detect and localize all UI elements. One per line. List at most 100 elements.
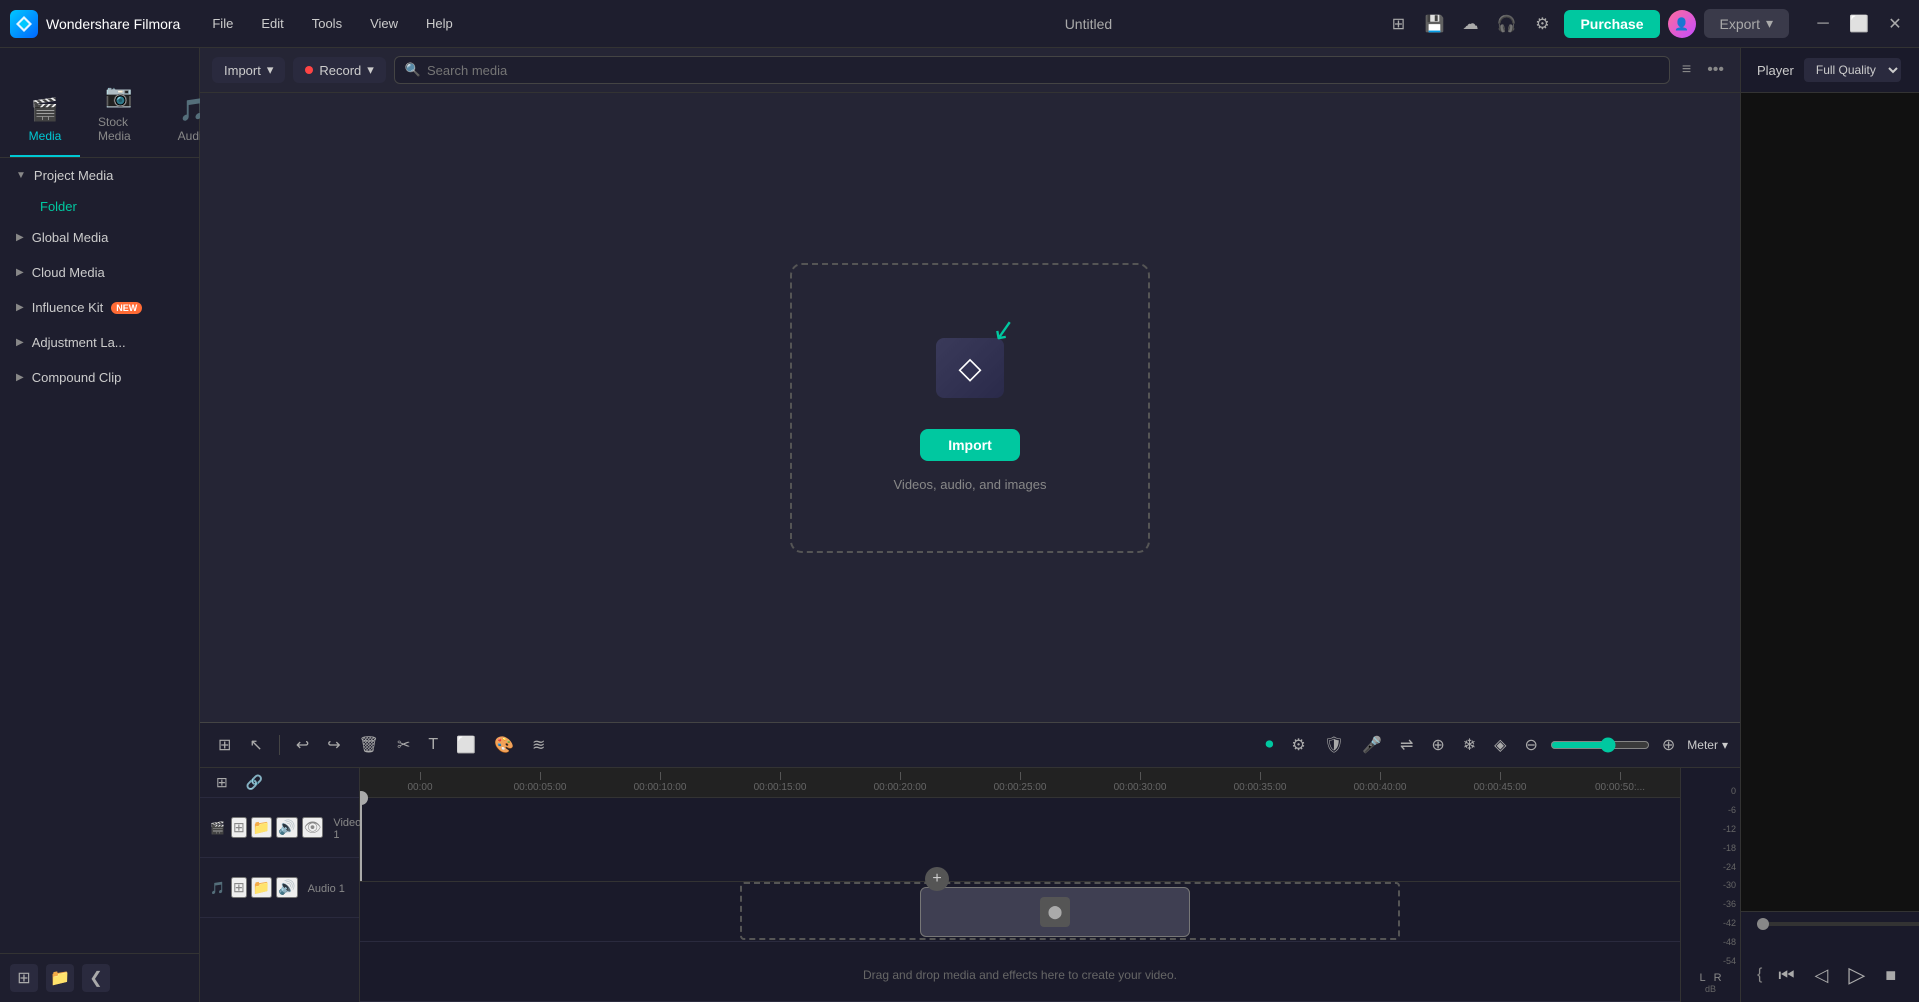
tab-stock-media[interactable]: 📷 Stock Media: [84, 75, 154, 157]
drop-zone: ◇ ↙ Import Videos, audio, and images: [200, 93, 1740, 722]
quality-select[interactable]: Full Quality: [1804, 58, 1901, 82]
new-folder-button[interactable]: 📁: [46, 964, 74, 992]
stop-button[interactable]: ■: [1881, 961, 1900, 990]
avatar[interactable]: 👤: [1668, 10, 1696, 38]
ruler-tick-8: 00:00:40:00: [1320, 772, 1440, 793]
redo-button[interactable]: ↪: [321, 731, 346, 759]
zoom-in-button[interactable]: ⊕: [1656, 731, 1681, 759]
expand-arrow-icon: ▼: [16, 170, 26, 181]
playhead-handle[interactable]: [360, 791, 368, 805]
audio1-folder-button[interactable]: 📁: [251, 877, 272, 898]
collapse-arrow-icon5: ▶: [16, 372, 24, 383]
close-button[interactable]: ✕: [1881, 10, 1909, 38]
new-badge: NEW: [111, 302, 142, 314]
skip-back-button[interactable]: ⏮: [1774, 961, 1798, 990]
ruler-tick-4: 00:00:20:00: [840, 772, 960, 793]
sidebar-item-folder[interactable]: Folder: [0, 193, 199, 220]
freeze-button[interactable]: ❄: [1457, 731, 1482, 759]
menu-help[interactable]: Help: [414, 12, 465, 35]
layout-icon[interactable]: ⊞: [1384, 10, 1412, 38]
play-button[interactable]: ▷: [1844, 958, 1869, 992]
sidebar-item-influence-kit[interactable]: ▶ Influence Kit NEW: [0, 290, 199, 325]
play-back-button[interactable]: ◁: [1811, 961, 1833, 990]
add-clip-button[interactable]: +: [925, 867, 949, 891]
more-options-icon[interactable]: •••: [1703, 57, 1728, 83]
undo-button[interactable]: ↩: [290, 731, 315, 759]
menu-file[interactable]: File: [200, 12, 245, 35]
playhead-button[interactable]: ⏺: [1259, 732, 1279, 758]
delete-button[interactable]: 🗑: [353, 731, 385, 759]
microphone-button[interactable]: 🎤: [1356, 731, 1388, 759]
collapse-arrow-icon: ▶: [16, 232, 24, 243]
tab-media[interactable]: 🎬 Media: [10, 89, 80, 157]
maximize-button[interactable]: ⬜: [1845, 10, 1873, 38]
left-sidebar: 🎬 Media 📷 Stock Media 🎵 Audio T Titles ⇄…: [0, 48, 200, 1002]
stock-media-tab-icon: 📷: [105, 83, 132, 109]
crop-button[interactable]: ⬜: [450, 731, 482, 759]
snap-button[interactable]: ⊕: [1425, 731, 1450, 759]
mark-in-button[interactable]: {: [1757, 966, 1762, 984]
chevron-down-icon4: ▾: [1722, 738, 1728, 752]
keyframe-button[interactable]: ◈: [1488, 731, 1512, 759]
progress-bar-container[interactable]: [1757, 922, 1919, 926]
new-sequence-button[interactable]: ⊞: [10, 964, 38, 992]
video1-track-row: ⬤ +: [360, 882, 1680, 942]
sidebar-item-compound-clip[interactable]: ▶ Compound Clip: [0, 360, 199, 395]
export-button[interactable]: Export ▾: [1704, 9, 1790, 38]
media-sync-button[interactable]: ⇌: [1394, 731, 1419, 759]
sidebar-item-adjustment-layer[interactable]: ▶ Adjustment La...: [0, 325, 199, 360]
video1-folder-button[interactable]: 📁: [251, 817, 272, 838]
progress-handle[interactable]: [1757, 918, 1769, 930]
audio1-volume-button[interactable]: 🔊: [276, 877, 297, 898]
audio1-add-button[interactable]: ⊞: [231, 877, 247, 898]
main-content: 🎬 Media 📷 Stock Media 🎵 Audio T Titles ⇄…: [0, 48, 1919, 1002]
settings-icon[interactable]: ⚙: [1528, 10, 1556, 38]
save-icon[interactable]: 💾: [1420, 10, 1448, 38]
text-button[interactable]: T: [422, 732, 444, 758]
media-tab-icon: 🎬: [31, 97, 58, 123]
record-dot-icon: [305, 66, 313, 74]
filter-icon[interactable]: ≡: [1678, 57, 1695, 83]
sidebar-label-project-media: Project Media: [34, 168, 113, 183]
import-green-button[interactable]: Import: [920, 429, 1020, 461]
equalizer-button[interactable]: ≋: [526, 731, 551, 759]
video1-eye-button[interactable]: 👁: [302, 817, 324, 838]
drop-subtitle: Videos, audio, and images: [894, 477, 1047, 492]
chevron-down-icon3: ▾: [367, 62, 374, 78]
effects-panel-button[interactable]: ⚙: [1285, 731, 1311, 759]
zoom-slider[interactable]: [1550, 737, 1650, 753]
link-sequence-button[interactable]: 🔗: [240, 770, 269, 795]
record-button[interactable]: Record ▾: [293, 57, 385, 83]
audio-track-icon: 🎵: [210, 881, 225, 895]
shield-button[interactable]: 🛡: [1318, 731, 1350, 759]
color-button[interactable]: 🎨: [488, 731, 520, 759]
add-sequence-button[interactable]: ⊞: [210, 770, 234, 795]
sidebar-item-global-media[interactable]: ▶ Global Media: [0, 220, 199, 255]
cloud-upload-icon[interactable]: ☁: [1456, 10, 1484, 38]
sidebar-item-project-media[interactable]: ▼ Project Media: [0, 158, 199, 193]
sidebar-item-cloud-media[interactable]: ▶ Cloud Media: [0, 255, 199, 290]
zoom-out-button[interactable]: ⊖: [1518, 731, 1543, 759]
cut-button[interactable]: ✂: [391, 731, 416, 759]
headphones-icon[interactable]: 🎧: [1492, 10, 1520, 38]
track-options-button[interactable]: ⊞: [212, 731, 237, 759]
menu-view[interactable]: View: [358, 12, 410, 35]
ruler-tick-0: 00:00: [360, 772, 480, 793]
video1-volume-button[interactable]: 🔊: [276, 817, 297, 838]
purchase-button[interactable]: Purchase: [1564, 10, 1659, 38]
collapse-arrow-icon3: ▶: [16, 302, 24, 313]
menu-edit[interactable]: Edit: [249, 12, 295, 35]
minimize-button[interactable]: ─: [1809, 10, 1837, 38]
collapse-sidebar-button[interactable]: ❮: [82, 964, 110, 992]
audio1-label: Audio 1: [308, 883, 345, 895]
menu-tools[interactable]: Tools: [300, 12, 354, 35]
import-button[interactable]: Import ▾: [212, 57, 285, 83]
video1-add-button[interactable]: ⊞: [231, 817, 247, 838]
progress-bar[interactable]: [1757, 922, 1919, 926]
menu-bar: File Edit Tools View Help: [200, 12, 792, 35]
playhead[interactable]: [360, 798, 362, 881]
ruler-tick-10: 00:00:50:...: [1560, 772, 1680, 793]
search-input[interactable]: [427, 63, 1659, 78]
window-title: Untitled: [792, 16, 1384, 32]
select-tool-button[interactable]: ↖: [243, 731, 268, 759]
